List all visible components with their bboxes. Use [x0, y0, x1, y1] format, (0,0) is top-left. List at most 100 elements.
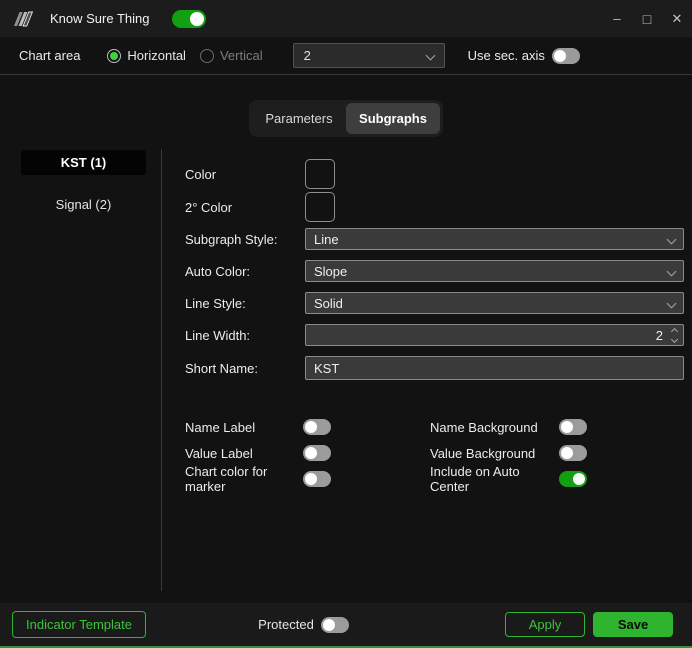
use-sec-axis-label: Use sec. axis: [467, 48, 545, 63]
indicator-settings-window: Know Sure Thing – □ ✕ Chart area Horizon…: [0, 0, 692, 648]
chevron-down-icon: [425, 50, 436, 61]
toggle-cell: Value Label: [185, 445, 430, 461]
content-area: KST (1) Signal (2) Color 2° Color Subgra…: [0, 137, 692, 603]
toggle-knob: [305, 447, 317, 459]
line-style-select[interactable]: Solid: [305, 292, 684, 314]
subgraph-style-value: Line: [314, 231, 339, 247]
name-label-label: Name Label: [185, 419, 256, 435]
footer-bar: Indicator Template Protected Apply Save: [0, 603, 692, 646]
radio-vertical[interactable]: Vertical: [199, 48, 263, 63]
label-toggles-grid: Name Label Name Background Value Label V…: [185, 419, 684, 494]
title-bar: Know Sure Thing – □ ✕: [0, 0, 692, 37]
toggle-knob: [561, 421, 573, 433]
toggle-knob: [561, 447, 573, 459]
chart-area-select-value: 2: [303, 48, 311, 63]
radio-selected-dot: [110, 51, 119, 60]
name-label-toggle[interactable]: [303, 419, 331, 435]
color-label: Color: [185, 166, 217, 182]
line-style-value: Solid: [314, 295, 343, 311]
toggle-knob: [305, 473, 317, 485]
chevron-down-icon: [666, 234, 677, 244]
tab-parameters[interactable]: Parameters: [252, 103, 346, 134]
subgraph-style-row: Subgraph Style: Line: [185, 228, 684, 250]
value-label-toggle[interactable]: [303, 445, 331, 461]
protected-label: Protected: [258, 617, 314, 632]
name-background-label: Name Background: [430, 419, 538, 435]
window-controls: – □ ✕: [602, 0, 692, 37]
sidebar-item-kst[interactable]: KST (1): [21, 150, 146, 175]
app-logo-icon: [14, 10, 40, 28]
toggle-knob: [305, 421, 317, 433]
tab-group: Parameters Subgraphs: [249, 100, 443, 137]
subgraph-style-select[interactable]: Line: [305, 228, 684, 250]
name-background-toggle[interactable]: [559, 419, 587, 435]
short-name-label: Short Name:: [185, 360, 258, 376]
chart-area-select[interactable]: 2: [292, 43, 445, 68]
line-style-label: Line Style:: [185, 295, 246, 311]
toggle-cell: Name Label: [185, 419, 430, 435]
maximize-icon[interactable]: □: [632, 0, 662, 37]
radio-vertical-label: Vertical: [219, 48, 263, 63]
save-button[interactable]: Save: [593, 612, 673, 637]
value-background-label: Value Background: [430, 445, 536, 461]
protected-group: Protected: [258, 616, 349, 633]
include-auto-center-label: Include on Auto Center: [430, 464, 520, 494]
close-icon[interactable]: ✕: [662, 0, 692, 37]
chart-area-toolbar: Chart area Horizontal Vertical 2 Use sec…: [0, 37, 692, 75]
tabs-row: Parameters Subgraphs: [0, 75, 692, 137]
toggle-knob: [573, 473, 585, 485]
toggle-knob: [189, 11, 204, 26]
apply-button[interactable]: Apply: [505, 612, 585, 637]
auto-color-row: Auto Color: Slope: [185, 260, 684, 282]
subgraph-settings-panel: Color 2° Color Subgraph Style: Line Auto…: [162, 149, 692, 603]
toggle-cell: Value Background: [430, 445, 587, 461]
chart-color-marker-toggle[interactable]: [303, 471, 331, 487]
chart-area-label: Chart area: [19, 48, 81, 63]
short-name-field-wrap: [305, 356, 684, 380]
use-sec-axis-toggle[interactable]: [551, 47, 580, 64]
minimize-icon[interactable]: –: [602, 0, 632, 37]
tab-subgraphs[interactable]: Subgraphs: [346, 103, 440, 134]
toggle-cell: Include on Auto Center: [430, 464, 587, 494]
color-swatch[interactable]: [305, 159, 335, 189]
short-name-field[interactable]: [306, 360, 683, 376]
toggle-cell: Name Background: [430, 419, 587, 435]
include-auto-center-toggle[interactable]: [559, 471, 587, 487]
radio-horizontal[interactable]: Horizontal: [107, 48, 186, 63]
value-label-label: Value Label: [185, 445, 253, 461]
subgraph-style-label: Subgraph Style:: [185, 231, 278, 247]
toggle-row: Chart color for marker Include on Auto C…: [185, 464, 684, 494]
radio-horizontal-label: Horizontal: [127, 48, 186, 63]
indicator-template-button[interactable]: Indicator Template: [12, 611, 146, 638]
spinner-up-icon[interactable]: [670, 327, 679, 335]
color-row: Color: [185, 159, 684, 189]
line-width-stepper[interactable]: 2: [305, 324, 684, 346]
value-background-toggle[interactable]: [559, 445, 587, 461]
line-width-label: Line Width:: [185, 327, 251, 343]
short-name-row: Short Name:: [185, 356, 684, 380]
line-width-row: Line Width: 2: [185, 324, 684, 346]
line-width-value: 2: [655, 327, 663, 343]
chart-color-marker-label: Chart color for marker: [185, 464, 268, 494]
line-style-row: Line Style: Solid: [185, 292, 684, 314]
toggle-row: Value Label Value Background: [185, 445, 684, 461]
protected-toggle[interactable]: [320, 616, 349, 633]
auto-color-value: Slope: [314, 263, 348, 279]
radio-horizontal-circle: [107, 48, 122, 63]
subgraph-sidebar: KST (1) Signal (2): [0, 149, 161, 603]
chevron-down-icon: [666, 266, 677, 276]
window-title: Know Sure Thing: [50, 11, 150, 26]
toggle-row: Name Label Name Background: [185, 419, 684, 435]
secondary-color-label: 2° Color: [185, 199, 233, 215]
toggle-knob: [553, 49, 566, 62]
secondary-color-row: 2° Color: [185, 192, 684, 222]
auto-color-select[interactable]: Slope: [305, 260, 684, 282]
secondary-color-swatch[interactable]: [305, 192, 335, 222]
spinner-down-icon[interactable]: [670, 335, 679, 343]
toggle-knob: [322, 618, 335, 631]
radio-vertical-circle: [199, 48, 214, 63]
auto-color-label: Auto Color:: [185, 263, 251, 279]
indicator-enabled-toggle[interactable]: [171, 9, 206, 28]
sidebar-item-signal[interactable]: Signal (2): [21, 192, 146, 217]
chevron-down-icon: [666, 298, 677, 308]
